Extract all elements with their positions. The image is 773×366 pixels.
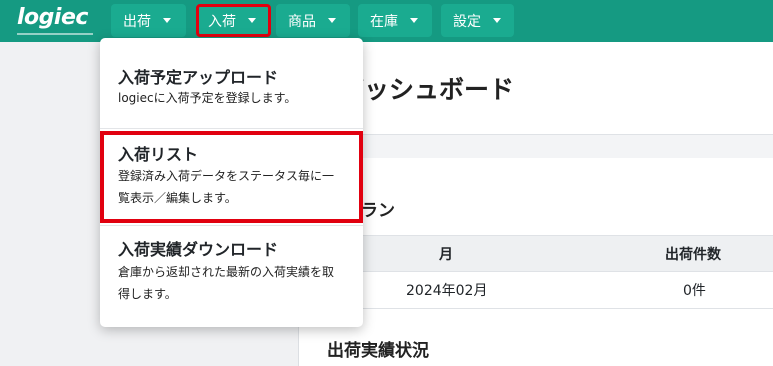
- table-row: 2024年02月 0件: [299, 272, 773, 309]
- chevron-down-icon: [493, 18, 501, 23]
- nav-products-button[interactable]: 商品: [276, 4, 350, 37]
- table-header-shipments: 出荷件数: [665, 246, 721, 263]
- table-header-row: 月 出荷件数: [299, 235, 773, 272]
- chevron-down-icon: [248, 18, 256, 23]
- menu-item-desc: logiecに入荷予定を登録します。: [118, 91, 297, 105]
- chevron-down-icon: [163, 18, 171, 23]
- menu-item-title: 入荷実績ダウンロード: [118, 240, 279, 259]
- menu-separator: [100, 225, 363, 226]
- logo-text: logiec: [17, 5, 88, 30]
- receiving-dropdown-menu: 入荷予定アップロード logiecに入荷予定を登録します。 入荷リスト 登録済み…: [100, 38, 363, 327]
- nav-inventory-button[interactable]: 在庫: [358, 4, 432, 37]
- page-title: ダッシュボード: [339, 75, 515, 104]
- menu-item-title: 入荷予定アップロード: [118, 68, 279, 87]
- nav-products-label: 商品: [288, 13, 316, 30]
- logiec-logo[interactable]: logiec: [17, 6, 93, 36]
- logo-underline: [17, 33, 93, 35]
- top-navbar: logiec 出荷 入荷 商品 在庫 設定: [0, 0, 773, 42]
- menu-item-receiving-list[interactable]: 入荷リスト 登録済み入荷データをステータス毎に一 覧表示／編集します。: [100, 131, 363, 223]
- menu-item-receiving-results-download[interactable]: 入荷実績ダウンロード 倉庫から返却された最新の入荷実績を取 得します。: [100, 228, 363, 327]
- main-content: ダッシュボード 用プラン 月 出荷件数 2024年02月 0件 出荷実績状況: [298, 42, 773, 366]
- chevron-down-icon: [410, 18, 418, 23]
- info-strip: [299, 135, 773, 158]
- nav-receiving-label: 入荷: [208, 13, 236, 30]
- nav-settings-button[interactable]: 設定: [441, 4, 514, 37]
- nav-settings-label: 設定: [453, 13, 481, 30]
- table-header-month: 月: [439, 246, 453, 263]
- menu-item-desc-line1: 倉庫から返却された最新の入荷実績を取: [118, 265, 335, 279]
- table-cell-shipments: 0件: [683, 283, 706, 299]
- nav-shipping-label: 出荷: [123, 13, 151, 30]
- menu-item-desc-line2: 得します。: [118, 287, 177, 301]
- menu-separator: [100, 128, 363, 129]
- table-cell-month: 2024年02月: [406, 283, 488, 299]
- menu-item-desc-line2: 覧表示／編集します。: [118, 191, 237, 205]
- nav-shipping-button[interactable]: 出荷: [111, 4, 186, 37]
- nav-receiving-button[interactable]: 入荷: [196, 4, 271, 37]
- menu-item-title: 入荷リスト: [118, 145, 199, 164]
- shipment-status-section-title: 出荷実績状況: [327, 341, 429, 361]
- nav-inventory-label: 在庫: [370, 13, 398, 30]
- menu-item-desc-line1: 登録済み入荷データをステータス毎に一: [118, 169, 335, 183]
- menu-item-receiving-plan-upload[interactable]: 入荷予定アップロード logiecに入荷予定を登録します。: [100, 38, 363, 126]
- chevron-down-icon: [328, 18, 336, 23]
